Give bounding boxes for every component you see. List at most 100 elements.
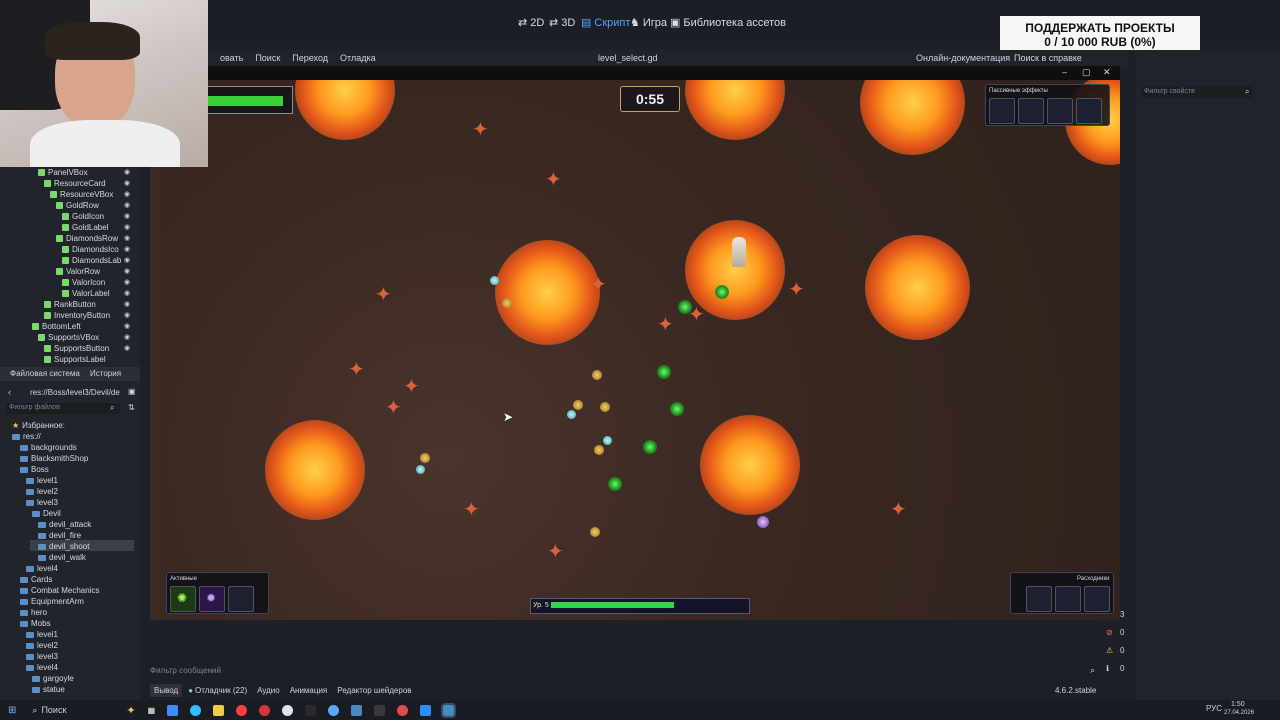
fs-item-selected[interactable]: devil_shoot [38,541,89,552]
tree-node[interactable]: ValorLabel [62,288,110,299]
edge-icon[interactable] [190,704,202,716]
fs-item[interactable]: devil_walk [38,552,86,563]
tab-shader-editor[interactable]: Редактор шейдеров [337,686,411,695]
tab-history[interactable]: История [90,369,121,378]
visibility-eye-icon[interactable]: ◉ [124,300,130,308]
consumable-slot[interactable] [1026,586,1052,612]
passive-slot[interactable] [1047,98,1073,124]
visibility-eye-icon[interactable]: ◉ [124,333,130,341]
workspace-2d-tab[interactable]: ⇄ 2D [518,16,544,30]
fs-item[interactable]: level3 [26,651,58,662]
godot-running-icon[interactable] [441,702,457,718]
tree-node[interactable]: GoldIcon [62,211,104,222]
windows-start-icon[interactable]: ⊞ [8,705,16,716]
tree-node[interactable]: SupportsLabel [44,354,106,365]
fs-item[interactable]: level1 [26,475,58,486]
fs-item[interactable]: Cards [20,574,52,585]
workspace-game-tab[interactable]: ♞ Игра [630,16,667,30]
tree-node[interactable]: BottomLeft [32,321,81,332]
active-skill-slot[interactable] [228,586,254,612]
passive-slot[interactable] [1076,98,1102,124]
fs-item[interactable]: Boss [20,464,49,475]
tab-animation[interactable]: Анимация [290,686,328,695]
tree-node[interactable]: SupportsButton [44,343,109,354]
copilot-icon[interactable]: ✦ [126,704,135,717]
favorites-header[interactable]: ★ Избранное: [12,420,65,431]
workspace-3d-tab[interactable]: ⇄ 3D [549,16,575,30]
menu-debug[interactable]: Отладка [340,53,376,63]
tree-node[interactable]: SupportsVBox [38,332,99,343]
visibility-eye-icon[interactable]: ◉ [124,223,130,231]
property-filter-input[interactable]: Фильтр свойств [1141,86,1253,98]
folder-icon[interactable] [213,704,225,716]
visibility-eye-icon[interactable]: ◉ [124,190,130,198]
tab-filesystem[interactable]: Файловая система [10,369,80,378]
passive-slot[interactable] [1018,98,1044,124]
tree-node[interactable]: DiamondsIco [62,244,119,255]
back-arrow-icon[interactable]: ‹ [8,387,11,397]
clock-date[interactable]: 27.04.2026 [1224,710,1254,716]
fs-item[interactable]: EquipmentArm [20,596,84,607]
visibility-eye-icon[interactable]: ◉ [124,322,130,330]
app-icon[interactable] [305,704,317,716]
tree-node[interactable]: DiamondsRow [56,233,118,244]
workspace-assetlib-tab[interactable]: ▣ Библиотека ассетов [670,16,786,30]
fs-item[interactable]: statue [32,684,65,695]
file-filter-input[interactable]: Фильтр файлов [6,403,120,414]
opera-icon[interactable] [259,704,271,716]
passive-slot[interactable] [989,98,1015,124]
error-icon[interactable]: ⊘ [1106,628,1113,637]
visibility-eye-icon[interactable]: ◉ [124,212,130,220]
visibility-eye-icon[interactable]: ◉ [124,256,130,264]
explorer-icon[interactable] [167,704,179,716]
tree-node[interactable]: ResourceCard [44,178,106,189]
close-icon[interactable]: ✕ [1103,67,1111,78]
fs-item[interactable]: Devil [32,508,61,519]
active-skill-slot[interactable]: ✺ [170,586,196,612]
fs-item[interactable]: Combat Mechanics [20,585,99,596]
tab-audio[interactable]: Аудио [257,686,280,695]
visibility-eye-icon[interactable]: ◉ [124,201,130,209]
fs-item[interactable]: hero [20,607,47,618]
fs-item[interactable]: level4 [26,563,58,574]
tree-node[interactable]: InventoryButton [44,310,110,321]
app-icon[interactable] [374,704,386,716]
tree-node[interactable]: ValorRow [56,266,100,277]
tree-node[interactable]: GoldLabel [62,222,108,233]
tab-debugger[interactable]: Отладчик (22) [195,686,247,695]
app-icon[interactable] [282,704,294,716]
yandex-icon[interactable] [236,704,248,716]
tree-node[interactable]: ResourceVBox [50,189,113,200]
app-icon[interactable] [420,704,432,716]
help-search-link[interactable]: Поиск в справке [1014,53,1082,63]
consumable-slot[interactable] [1084,586,1110,612]
visibility-eye-icon[interactable]: ◉ [124,311,130,319]
tree-node[interactable]: GoldRow [56,200,99,211]
split-view-icon[interactable]: ▣ [128,387,136,396]
godot-icon[interactable] [351,704,363,716]
fs-item[interactable]: level2 [26,486,58,497]
active-skill-slot[interactable]: ✹ [199,586,225,612]
fs-item[interactable]: backgrounds [20,442,77,453]
tree-node[interactable]: RankButton [44,299,96,310]
tree-node[interactable]: PanelVBox [38,167,88,178]
fs-item[interactable]: level1 [26,629,58,640]
telegram-icon[interactable] [328,704,340,716]
menu-item[interactable]: овать [220,53,243,63]
tree-node[interactable]: DiamondsLab [62,255,121,266]
fs-item[interactable]: level3 [26,497,58,508]
fs-item[interactable]: res:// [12,431,41,442]
workspace-script-tab[interactable]: ▤ Скрипт [581,16,630,30]
minimize-icon[interactable]: – [1062,67,1067,77]
menu-search[interactable]: Поиск [255,53,280,63]
path-field[interactable]: res://Boss/level3/Devil/de [30,388,120,397]
fs-item[interactable]: BlacksmithShop [20,453,88,464]
visibility-eye-icon[interactable]: ◉ [124,267,130,275]
clock-time[interactable]: 1:50 [1231,701,1245,708]
info-icon[interactable]: ℹ [1106,664,1109,673]
visibility-eye-icon[interactable]: ◉ [124,168,130,176]
language-indicator[interactable]: РУС [1206,704,1222,713]
task-view-icon[interactable]: ▦ [148,706,156,715]
maximize-icon[interactable]: ▢ [1082,67,1091,78]
fs-item[interactable]: gargoyle [32,673,74,684]
